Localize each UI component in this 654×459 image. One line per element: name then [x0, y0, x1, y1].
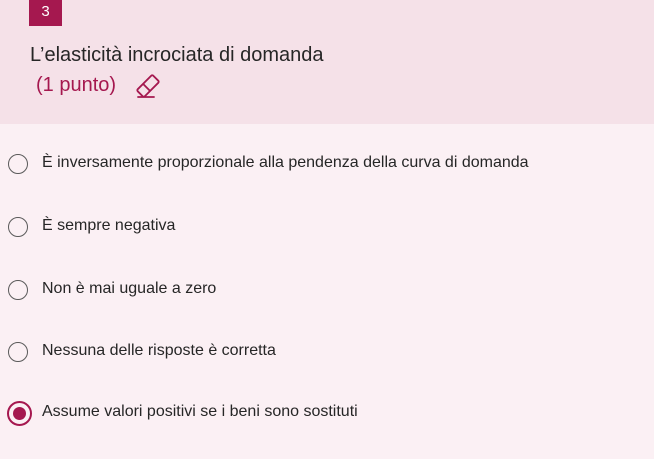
answer-option-1[interactable]: È inversamente proporzionale alla penden… — [0, 140, 640, 190]
question-header: 3 L’elasticità incrociata di domanda (1 … — [0, 0, 654, 124]
radio-button-3[interactable] — [8, 280, 28, 300]
answer-option-label: È sempre negativa — [42, 217, 176, 234]
eraser-icon[interactable] — [134, 72, 162, 100]
radio-button-1[interactable] — [8, 154, 28, 174]
answer-options-list: È inversamente proporzionale alla penden… — [0, 124, 654, 459]
answer-option-4[interactable]: Nessuna delle risposte è corretta — [0, 328, 640, 378]
answer-option-2[interactable]: È sempre negativa — [0, 203, 640, 253]
answer-option-label: Assume valori positivi se i beni sono so… — [42, 403, 358, 420]
question-number-badge: 3 — [29, 0, 62, 26]
question-points: (1 punto) — [36, 74, 117, 96]
answer-option-3[interactable]: Non è mai uguale a zero — [0, 266, 640, 316]
answer-option-5[interactable]: Assume valori positivi se i beni sono so… — [0, 389, 640, 439]
answer-option-label: Non è mai uguale a zero — [42, 280, 217, 297]
answer-option-label: È inversamente proporzionale alla penden… — [42, 154, 529, 171]
question-title: L’elasticità incrociata di domanda — [30, 44, 324, 66]
radio-button-4[interactable] — [8, 342, 28, 362]
radio-button-5[interactable] — [7, 401, 32, 426]
radio-button-2[interactable] — [8, 217, 28, 237]
answer-option-label: Nessuna delle risposte è corretta — [42, 342, 276, 359]
